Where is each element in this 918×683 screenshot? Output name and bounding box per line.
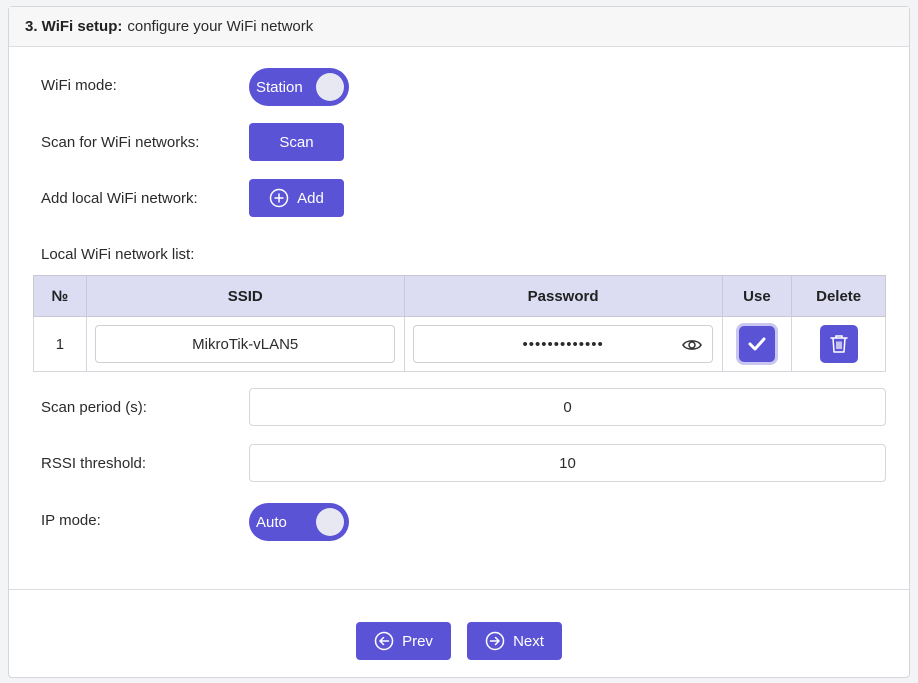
next-label: Next [513, 632, 544, 650]
delete-network-button[interactable] [819, 325, 858, 363]
plus-circle-icon [269, 188, 289, 208]
ip-mode-value: Auto [256, 513, 287, 531]
add-network-button[interactable]: Add [249, 179, 344, 217]
ip-mode-label: IP mode: [41, 512, 101, 529]
eye-icon[interactable] [682, 336, 702, 354]
footer-divider [9, 589, 909, 590]
wifi-mode-toggle[interactable]: Station [249, 68, 349, 106]
delete-cell [791, 316, 886, 372]
toggle-knob [316, 73, 344, 101]
step-description: configure your WiFi network [127, 18, 314, 35]
network-table: № SSID Password Use Delete 1 MikroTik-vL… [33, 275, 886, 372]
ssid-input[interactable]: MikroTik-vLAN5 [95, 325, 396, 363]
table-header-row: № SSID Password Use Delete [33, 275, 886, 317]
col-delete: Delete [791, 275, 886, 317]
scan-button-label: Scan [279, 133, 314, 151]
ssid-cell: MikroTik-vLAN5 [85, 316, 405, 372]
wifi-setup-card: 3. WiFi setup: configure your WiFi netwo… [8, 6, 910, 678]
arrow-right-circle-icon [485, 631, 505, 651]
col-ssid: SSID [85, 275, 405, 317]
prev-button[interactable]: Prev [356, 622, 451, 660]
password-cell: ••••••••••••• [403, 316, 723, 372]
password-input[interactable]: ••••••••••••• [413, 325, 714, 363]
row-number: 1 [33, 316, 87, 372]
use-checkbox[interactable] [738, 326, 775, 362]
col-number: № [33, 275, 87, 317]
arrow-left-circle-icon [374, 631, 394, 651]
rssi-threshold-value: 10 [559, 454, 576, 472]
step-title: 3. WiFi setup: [25, 18, 123, 35]
col-use: Use [721, 275, 793, 317]
network-list-label: Local WiFi network list: [41, 246, 195, 263]
scan-button[interactable]: Scan [249, 123, 344, 161]
ip-mode-toggle[interactable]: Auto [249, 503, 349, 541]
table-row: 1 MikroTik-vLAN5 ••••••••••••• [33, 316, 886, 372]
col-password: Password [403, 275, 723, 317]
check-icon [748, 337, 766, 351]
toggle-knob [316, 508, 344, 536]
scan-label: Scan for WiFi networks: [41, 134, 200, 151]
use-cell [721, 316, 793, 372]
scan-period-value: 0 [563, 398, 572, 416]
rssi-threshold-label: RSSI threshold: [41, 455, 147, 472]
wifi-mode-value: Station [256, 78, 303, 96]
ssid-value: MikroTik-vLAN5 [192, 335, 299, 353]
next-button[interactable]: Next [467, 622, 562, 660]
add-network-label: Add local WiFi network: [41, 190, 198, 207]
wifi-mode-label: WiFi mode: [41, 77, 117, 94]
scan-period-input[interactable]: 0 [249, 388, 886, 426]
card-header: 3. WiFi setup: configure your WiFi netwo… [9, 7, 909, 47]
rssi-threshold-input[interactable]: 10 [249, 444, 886, 482]
password-value: ••••••••••••• [522, 335, 604, 353]
scan-period-label: Scan period (s): [41, 399, 147, 416]
trash-icon [829, 335, 848, 353]
add-button-label: Add [297, 189, 324, 207]
prev-label: Prev [402, 632, 433, 650]
